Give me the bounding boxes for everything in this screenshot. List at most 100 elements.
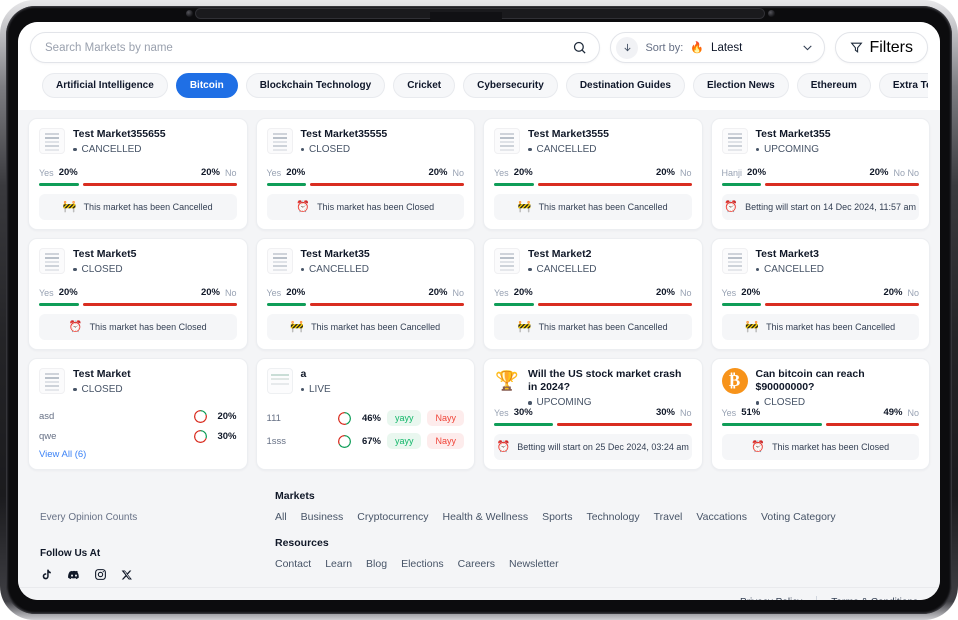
option-vote-yes-button[interactable]: yayy — [387, 433, 422, 449]
flame-icon: 🔥 — [690, 41, 704, 54]
option-vote-no-button[interactable]: Nayy — [427, 433, 464, 449]
market-odds-row: Yes20%20%No — [722, 287, 920, 298]
footer-link[interactable]: All — [275, 511, 287, 523]
market-thumbnail-placeholder-icon — [267, 128, 293, 154]
footer-link[interactable]: Elections — [401, 558, 444, 570]
option-vote-no-button[interactable]: Nayy — [427, 410, 464, 426]
market-odds-bar — [39, 183, 237, 186]
category-chip[interactable]: Cybersecurity — [463, 73, 558, 98]
market-card[interactable]: Test Market355UPCOMINGHanji20%20%No No⏰B… — [711, 118, 931, 230]
market-option-list: 11146%yayyNayy1sss67%yayyNayy — [267, 410, 465, 449]
footer-link[interactable]: Cryptocurrency — [357, 511, 428, 523]
search-bar[interactable] — [30, 32, 600, 63]
footer-link[interactable]: Careers — [458, 558, 495, 570]
market-card[interactable]: Test Market355655CANCELLEDYes20%20%No🚧Th… — [28, 118, 248, 230]
market-card[interactable]: Test Market35CANCELLEDYes20%20%No🚧This m… — [256, 238, 476, 350]
status-dot-icon — [73, 388, 77, 392]
notice-status-icon: ⏰ — [751, 442, 765, 453]
market-option-list: asd20% qwe30% — [39, 410, 237, 443]
category-chip[interactable]: Ethereum — [797, 73, 871, 98]
filters-label: Filters — [869, 39, 913, 57]
notice-status-icon: ⏰ — [296, 202, 310, 213]
market-card[interactable]: Test Market2CANCELLEDYes20%20%No🚧This ma… — [483, 238, 703, 350]
footer-link[interactable]: Health & Wellness — [442, 511, 528, 523]
sort-by-label: Sort by: — [645, 42, 683, 54]
view-all-options-link[interactable]: View All (6) — [39, 449, 237, 460]
site-footer: Every Opinion Counts Follow Us At — [18, 480, 940, 587]
market-title: Test Market3555 — [528, 128, 609, 141]
tiktok-icon[interactable] — [40, 568, 53, 581]
category-chip[interactable]: Blockchain Technology — [246, 73, 386, 98]
filters-button[interactable]: Filters — [835, 32, 928, 63]
status-dot-icon — [528, 401, 532, 405]
category-chip[interactable]: Election News — [693, 73, 789, 98]
status-dot-icon — [301, 268, 305, 272]
social-links[interactable] — [40, 568, 265, 581]
market-option-row[interactable]: qwe30% — [39, 430, 237, 443]
search-input[interactable] — [45, 42, 572, 54]
category-chip[interactable]: Artificial Intelligence — [42, 73, 168, 98]
footer-link[interactable]: Contact — [275, 558, 311, 570]
market-option-row[interactable]: asd20% — [39, 410, 237, 423]
notice-text: This market has been Closed — [772, 442, 889, 452]
market-notice-banner: ⏰This market has been Closed — [39, 314, 237, 340]
footer-link[interactable]: Business — [301, 511, 344, 523]
no-side-label: No No — [893, 168, 919, 178]
category-chip[interactable]: Bitcoin — [176, 73, 238, 98]
market-card[interactable]: Test Market5CLOSEDYes20%20%No⏰This marke… — [28, 238, 248, 350]
market-title: Test Market3 — [756, 248, 825, 261]
market-card[interactable]: Test Market3555CANCELLEDYes20%20%No🚧This… — [483, 118, 703, 230]
status-dot-icon — [301, 148, 305, 152]
footer-link[interactable]: Learn — [325, 558, 352, 570]
market-status-badge: CANCELLED — [756, 264, 825, 275]
yes-percent: 20% — [286, 287, 305, 298]
market-status-label: CANCELLED — [309, 264, 369, 275]
notice-text: This market has been Cancelled — [311, 322, 440, 332]
market-odds-row: Hanji20%20%No No — [722, 167, 920, 178]
x-icon[interactable] — [121, 568, 134, 581]
footer-link[interactable]: Sports — [542, 511, 572, 523]
yes-side-label: Hanji — [722, 168, 743, 178]
markets-grid: Test Market355655CANCELLEDYes20%20%No🚧Th… — [28, 118, 930, 470]
market-thumbnail-placeholder-icon — [39, 248, 65, 274]
option-vote-yes-button[interactable]: yayy — [387, 410, 422, 426]
status-dot-icon — [528, 268, 532, 272]
sort-dropdown[interactable]: Sort by: 🔥 Latest — [610, 32, 825, 63]
category-chip[interactable]: Extra Terrestrial — [879, 73, 928, 98]
option-percent: 46% — [351, 413, 381, 424]
follow-us-title: Follow Us At — [40, 548, 265, 559]
footer-link[interactable]: Technology — [586, 511, 639, 523]
search-icon[interactable] — [572, 40, 587, 55]
market-card[interactable]: Test Market3CANCELLEDYes20%20%No🚧This ma… — [711, 238, 931, 350]
market-card[interactable]: Test Market35555CLOSEDYes20%20%No⏰This m… — [256, 118, 476, 230]
notice-status-icon: 🚧 — [518, 202, 532, 213]
privacy-policy-link[interactable]: Privacy Policy — [740, 597, 802, 601]
terms-conditions-link[interactable]: Terms & Conditions — [831, 597, 918, 601]
footer-link[interactable]: Travel — [654, 511, 683, 523]
footer-link[interactable]: Voting Category — [761, 511, 836, 523]
footer-link[interactable]: Vaccations — [696, 511, 747, 523]
category-chip[interactable]: Destination Guides — [566, 73, 685, 98]
category-chip[interactable]: Cricket — [393, 73, 455, 98]
footer-link[interactable]: Blog — [366, 558, 387, 570]
no-bar-segment — [765, 183, 919, 186]
discord-icon[interactable] — [67, 568, 80, 581]
market-card-titles: Test Market355UPCOMING — [756, 128, 831, 155]
option-progress-ring-icon — [338, 435, 351, 448]
market-card-header: Test Market35CANCELLED — [267, 248, 465, 286]
market-card[interactable]: aLIVE11146%yayyNayy1sss67%yayyNayy — [256, 358, 476, 470]
market-option-row[interactable]: 11146%yayyNayy — [267, 410, 465, 426]
category-chip-list[interactable]: Artificial Intelligence Bitcoin Blockchain… — [30, 63, 928, 106]
market-thumbnail-placeholder-icon — [267, 248, 293, 274]
footer-link[interactable]: Newsletter — [509, 558, 559, 570]
market-odds-row: Yes20%20%No — [267, 167, 465, 178]
footer-group-title: Resources — [275, 537, 836, 549]
instagram-icon[interactable] — [94, 568, 107, 581]
market-option-row[interactable]: 1sss67%yayyNayy — [267, 433, 465, 449]
market-card[interactable]: ₿Can bitcoin can reach $90000000?CLOSEDY… — [711, 358, 931, 470]
market-card[interactable]: Test MarketCLOSEDasd20%qwe30%View All (6… — [28, 358, 248, 470]
notice-text: This market has been Closed — [90, 322, 207, 332]
chevron-down-icon[interactable] — [801, 41, 814, 54]
market-card[interactable]: 🏆Will the US stock market crash in 2024?… — [483, 358, 703, 470]
market-notice-banner: 🚧This market has been Cancelled — [267, 314, 465, 340]
